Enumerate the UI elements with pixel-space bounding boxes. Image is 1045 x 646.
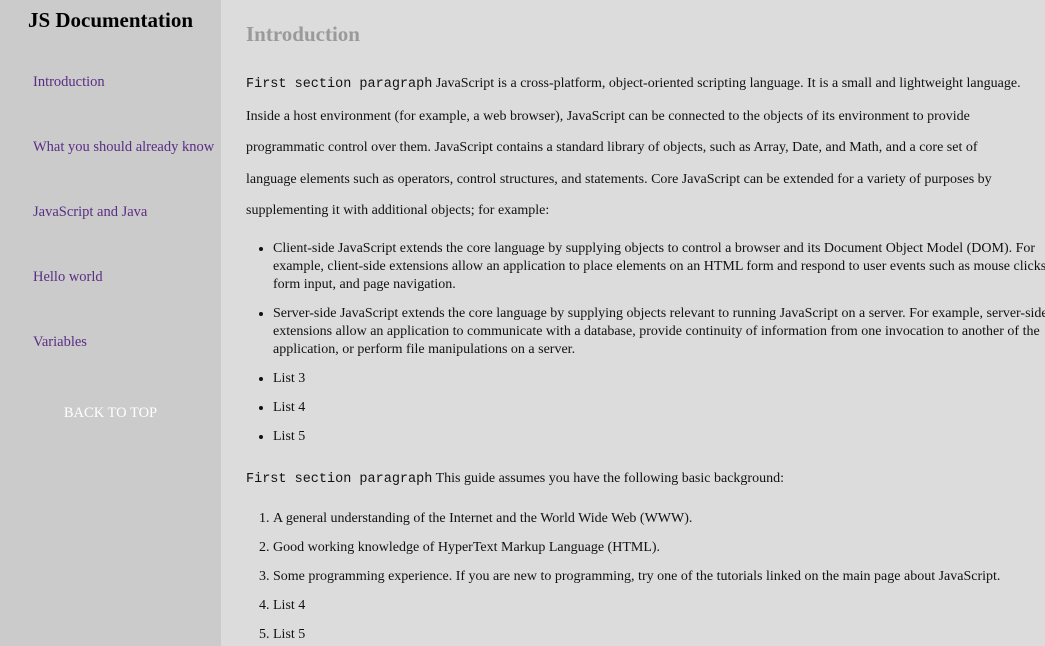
main-content: Introduction First section paragraph Jav… bbox=[221, 0, 1045, 646]
list-item: List 4 bbox=[273, 399, 1045, 417]
paragraph-code-label: First section paragraph bbox=[246, 472, 433, 487]
list-item: List 5 bbox=[273, 626, 1045, 644]
numbered-list: A general understanding of the Internet … bbox=[246, 510, 1045, 646]
paragraph-code-label: First section paragraph bbox=[246, 77, 433, 92]
section-title: Introduction bbox=[246, 22, 360, 46]
paragraph-text: JavaScript is a cross-platform, object-o… bbox=[246, 76, 1021, 218]
nav-link-javascript-and-java[interactable]: JavaScript and Java bbox=[33, 204, 147, 221]
list-item: List 5 bbox=[273, 428, 1045, 446]
list-item: List 4 bbox=[273, 597, 1045, 615]
intro-paragraph: First section paragraph JavaScript is a … bbox=[246, 68, 1031, 227]
background-paragraph: First section paragraph This guide assum… bbox=[246, 463, 1031, 496]
nav-link-what-you-should-already-know[interactable]: What you should already know bbox=[33, 139, 214, 156]
nav-link-introduction[interactable]: Introduction bbox=[33, 74, 105, 91]
list-item: A general understanding of the Internet … bbox=[273, 510, 1045, 528]
back-to-top-link[interactable]: BACK TO TOP bbox=[0, 405, 221, 422]
list-item: List 3 bbox=[273, 370, 1045, 388]
paragraph-text: This guide assumes you have the followin… bbox=[432, 471, 784, 486]
list-item: Client-side JavaScript extends the core … bbox=[273, 240, 1045, 294]
sidebar-title: JS Documentation bbox=[27, 8, 194, 32]
bullet-list: Client-side JavaScript extends the core … bbox=[246, 240, 1045, 457]
list-item: Server-side JavaScript extends the core … bbox=[273, 305, 1045, 359]
list-item: Good working knowledge of HyperText Mark… bbox=[273, 539, 1045, 557]
sidebar-nav: JS Documentation Introduction What you s… bbox=[0, 0, 221, 646]
nav-link-hello-world[interactable]: Hello world bbox=[33, 269, 103, 286]
list-item: Some programming experience. If you are … bbox=[273, 568, 1045, 586]
nav-link-variables[interactable]: Variables bbox=[33, 334, 87, 351]
page: JS Documentation Introduction What you s… bbox=[0, 0, 1045, 646]
